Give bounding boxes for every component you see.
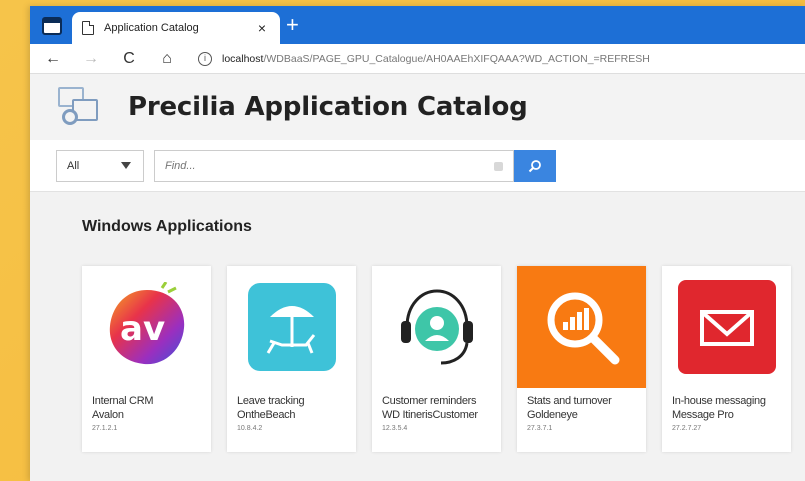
app-version: 10.8.4.2 xyxy=(237,425,263,432)
app-card[interactable]: av Internal CRM Avalon 27.1.2.1 xyxy=(82,266,211,452)
window-menu-icon[interactable] xyxy=(42,17,62,35)
app-name: Internal CRM xyxy=(92,395,154,407)
category-select[interactable]: All xyxy=(56,149,144,182)
close-tab-icon[interactable]: × xyxy=(254,20,270,36)
app-card[interactable]: In-house messaging Message Pro 27.2.7.27 xyxy=(662,266,791,452)
app-version: 27.1.2.1 xyxy=(92,425,118,432)
app-card-list: av Internal CRM Avalon 27.1.2.1 Leave tr… xyxy=(82,266,805,452)
site-info-icon[interactable]: i xyxy=(198,51,212,66)
forward-button[interactable]: → xyxy=(78,50,104,68)
search-button[interactable] xyxy=(514,149,556,182)
app-header: Precilia Application Catalog xyxy=(30,74,805,140)
search-icon xyxy=(528,159,541,172)
home-button[interactable]: ⌂ xyxy=(154,50,180,68)
app-card[interactable]: Leave tracking OntheBeach 10.8.4.2 xyxy=(227,266,356,452)
headset-support-icon xyxy=(400,289,473,365)
magnifier-chart-icon xyxy=(547,292,619,365)
card-image xyxy=(227,266,356,388)
card-image: av xyxy=(82,266,211,388)
app-card[interactable]: Stats and turnover Goldeneye 27.3.7.1 xyxy=(517,266,646,452)
section-title: Windows Applications xyxy=(82,218,252,235)
new-tab-button[interactable]: + xyxy=(286,13,299,37)
url-host: localhost xyxy=(222,52,264,65)
catalog-logo-icon xyxy=(56,85,100,129)
search-input[interactable] xyxy=(155,150,513,181)
chevron-down-icon xyxy=(121,162,131,169)
card-image xyxy=(662,266,791,388)
category-value: All xyxy=(67,159,80,172)
beach-umbrella-icon xyxy=(247,283,336,371)
app-version: 12.3.5.4 xyxy=(382,425,408,432)
app-subtitle: Avalon xyxy=(92,409,124,421)
app-name: Stats and turnover xyxy=(527,395,612,407)
tab-title: Application Catalog xyxy=(104,22,199,34)
app-version: 27.2.7.27 xyxy=(672,425,702,432)
search-field[interactable] xyxy=(154,149,514,182)
svg-text:av: av xyxy=(120,309,165,349)
app-card[interactable]: Customer reminders WD ItinerisCustomer 1… xyxy=(372,266,501,452)
app-subtitle: WD ItinerisCustomer xyxy=(382,409,478,421)
app-subtitle: Message Pro xyxy=(672,409,734,421)
avalon-logo-icon: av xyxy=(109,282,184,365)
address-bar[interactable]: localhost/WDBaaS/PAGE_GPU_Catalogue/AH0A… xyxy=(222,53,650,65)
reload-button[interactable]: C xyxy=(116,50,142,68)
clear-icon[interactable] xyxy=(494,161,503,171)
url-path: /WDBaaS/PAGE_GPU_Catalogue/AH0AAEhXIFQAA… xyxy=(263,52,650,65)
page-title: Precilia Application Catalog xyxy=(128,92,528,122)
search-bar: All xyxy=(30,140,805,192)
address-toolbar: ← → C ⌂ i localhost/WDBaaS/PAGE_GPU_Cata… xyxy=(30,44,805,74)
card-image xyxy=(517,266,646,388)
browser-window: Application Catalog × + ← → C ⌂ i localh… xyxy=(30,6,805,481)
page-icon xyxy=(82,21,94,35)
browser-tab[interactable]: Application Catalog × xyxy=(72,12,280,44)
app-name: Leave tracking xyxy=(237,395,305,407)
app-name: In-house messaging xyxy=(672,395,766,407)
tab-strip: Application Catalog × + xyxy=(30,6,805,44)
app-subtitle: OntheBeach xyxy=(237,409,296,421)
app-version: 27.3.7.1 xyxy=(527,425,553,432)
catalog-content: Windows Applications av Internal CRM Ava… xyxy=(30,192,805,481)
app-name: Customer reminders xyxy=(382,395,477,407)
app-subtitle: Goldeneye xyxy=(527,409,578,421)
back-button[interactable]: ← xyxy=(40,50,66,68)
card-image xyxy=(372,266,501,388)
envelope-icon xyxy=(677,280,776,374)
